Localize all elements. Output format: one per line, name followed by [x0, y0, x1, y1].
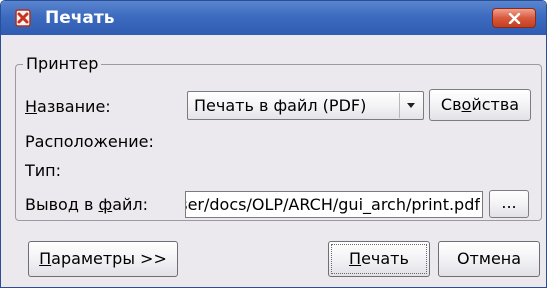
- window-title: Печать: [45, 8, 115, 28]
- printer-type-label: Тип:: [25, 161, 62, 180]
- printer-name-label: Название:: [25, 97, 111, 116]
- close-button[interactable]: [492, 8, 536, 28]
- browse-file-button[interactable]: ...: [489, 190, 529, 218]
- chevron-down-icon: [407, 103, 415, 108]
- output-file-field[interactable]: [185, 191, 483, 218]
- printer-select[interactable]: Печать в файл (PDF): [187, 91, 424, 120]
- options-button[interactable]: Параметры >>: [28, 241, 178, 277]
- print-button[interactable]: Печать: [328, 241, 430, 277]
- print-dialog: Печать Принтер Название: Печать в файл (…: [0, 0, 547, 288]
- printer-select-value: Печать в файл (PDF): [194, 96, 367, 115]
- title-bar[interactable]: Печать: [1, 1, 546, 35]
- printer-location-label: Расположение:: [25, 132, 154, 151]
- output-file-label: Вывод в файл:: [25, 195, 149, 214]
- output-file-input[interactable]: [186, 193, 480, 216]
- cancel-button[interactable]: Отмена: [438, 241, 540, 277]
- close-icon: [508, 13, 521, 24]
- printer-select-arrow[interactable]: [399, 93, 422, 118]
- app-icon: [15, 9, 31, 27]
- printer-properties-button[interactable]: Свойства: [429, 89, 531, 121]
- printer-group-title: Принтер: [23, 53, 102, 75]
